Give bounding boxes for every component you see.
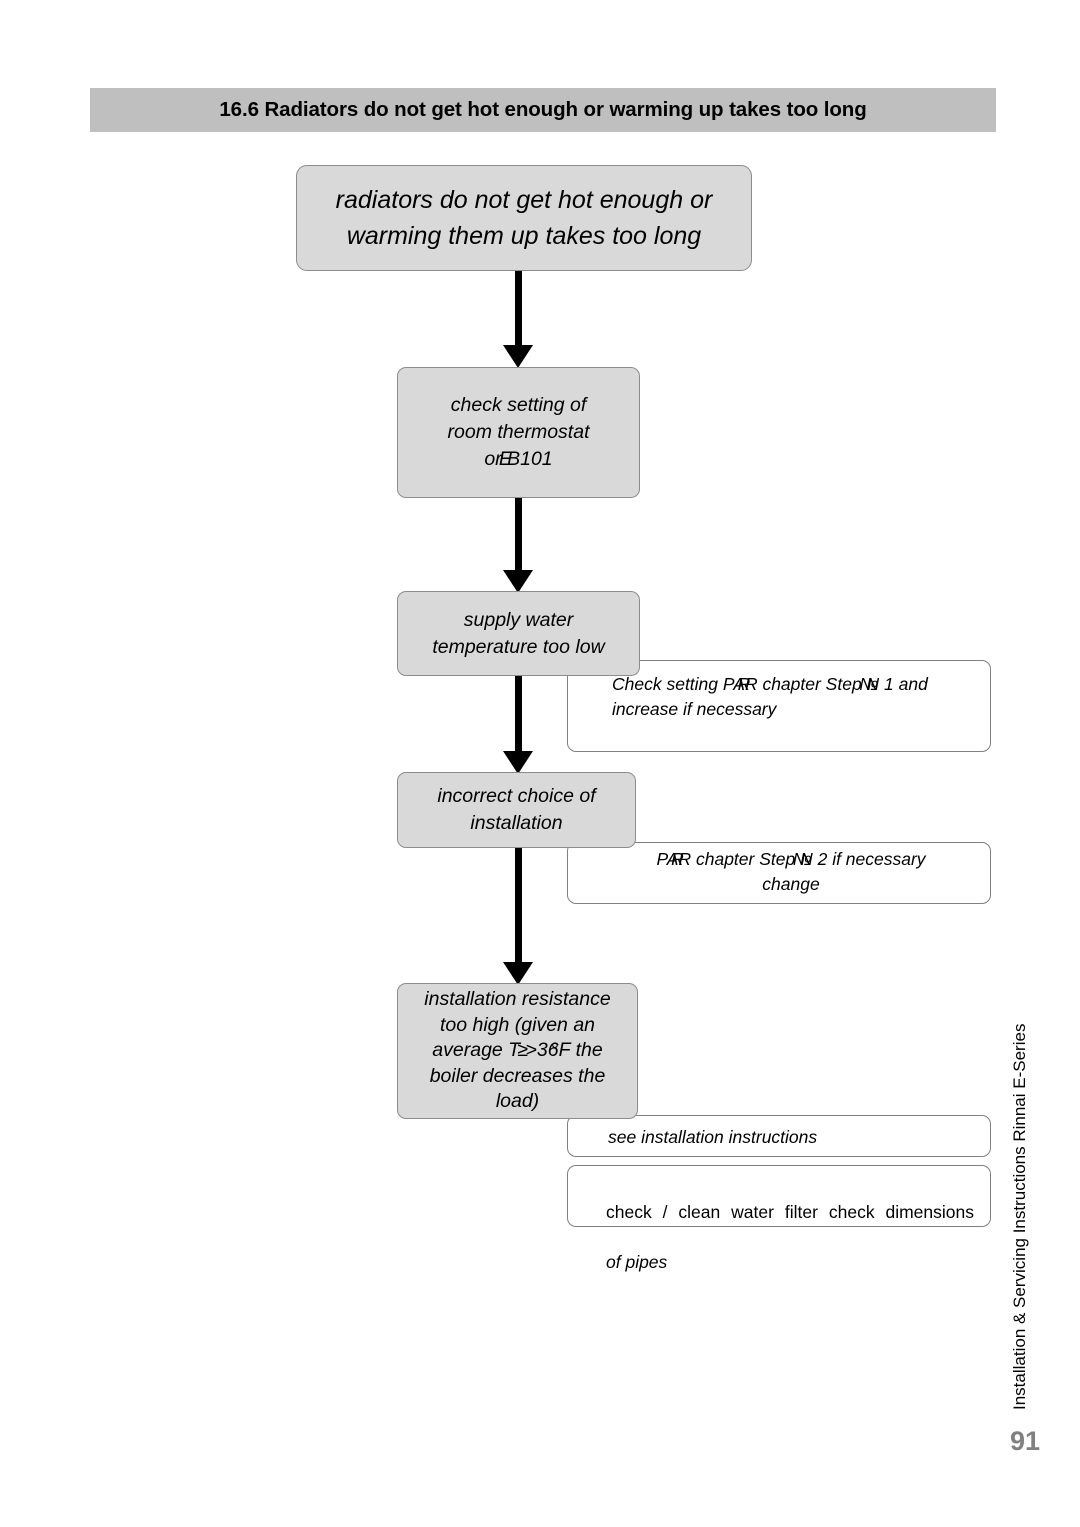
node-thermostat-code: 101 [520, 448, 553, 470]
note-filter-line-2: of pipes [606, 1252, 668, 1272]
note-par-step-2-text: PARR chapter Step №N 2 if necessary chan… [656, 849, 926, 894]
node-thermostat-line-1: check setting of [450, 394, 587, 416]
arrow-problem-to-thermostat-head [503, 345, 533, 368]
node-check-room-thermostat: check setting of room thermostat or EB101 [397, 367, 640, 498]
node-thermostat-line-2: room thermostat [447, 421, 590, 443]
note-par1-mid: chapter Step [757, 674, 867, 694]
arrow-supply-to-choice-line [515, 676, 522, 757]
arrow-supply-to-choice-head [503, 751, 533, 774]
node-problem-statement-text: radiators do not get hot enough or warmi… [335, 186, 713, 250]
node-resistance-line-4: boiler decreases the [429, 1064, 606, 1087]
node-resistance-line-3-suffix: the [570, 1039, 603, 1062]
node-resistance-line-2: too high (given an [439, 1013, 596, 1036]
node-resistance-line-3-prefix: average T [432, 1039, 526, 1062]
node-supply-water-temperature-too-low-text: supply water temperature too low [432, 608, 605, 658]
arrow-thermostat-to-supply-line [515, 498, 522, 578]
node-incorrect-choice-of-installation-text: incorrect choice of installation [437, 785, 596, 834]
footer-side-label: Installation & Servicing Instructions Ri… [1010, 1023, 1029, 1410]
node-problem-statement: radiators do not get hot enough or warmi… [296, 165, 752, 271]
arrow-problem-to-thermostat-line [515, 271, 522, 353]
node-incorrect-choice-of-installation: incorrect choice of installation [397, 772, 636, 848]
arrow-choice-to-resistance-head [503, 962, 533, 985]
note-see-installation-instructions: see installation instructions [567, 1115, 991, 1157]
troubleshooting-flowchart: Check setting PARR chapter Step №N 1 and… [0, 0, 1080, 1527]
node-supply-water-temperature-too-low: supply water temperature too low [397, 591, 640, 676]
note-par-step-2: PARR chapter Step №N 2 if necessary chan… [567, 842, 991, 904]
arrow-choice-to-resistance-line [515, 848, 522, 968]
node-resistance-line-5: load) [495, 1090, 540, 1113]
note-filter-text: check / clean water filter check dimensi… [568, 1166, 990, 1300]
node-resistance-unit: F [558, 1039, 571, 1062]
note-par2-mid: chapter Step [691, 849, 801, 869]
note-see-installation-instructions-text: see installation instructions [608, 1127, 818, 1147]
node-check-room-thermostat-text: check setting of room thermostat or EB101 [447, 394, 590, 470]
node-resistance-line-1: installation resistance [424, 988, 611, 1011]
note-check-clean-water-filter: check / clean water filter check dimensi… [567, 1165, 991, 1272]
note-filter-line-1: check / clean water filter check dimensi… [606, 1202, 974, 1222]
note-par1-prefix: Check setting PA [612, 674, 745, 694]
node-installation-resistance-too-high: installation resistance too high (given a… [397, 983, 638, 1119]
node-installation-resistance-too-high-text: installation resistance too high (given a… [424, 988, 611, 1113]
page-number: 91 [1009, 1426, 1040, 1456]
arrow-thermostat-to-supply-head [503, 570, 533, 593]
